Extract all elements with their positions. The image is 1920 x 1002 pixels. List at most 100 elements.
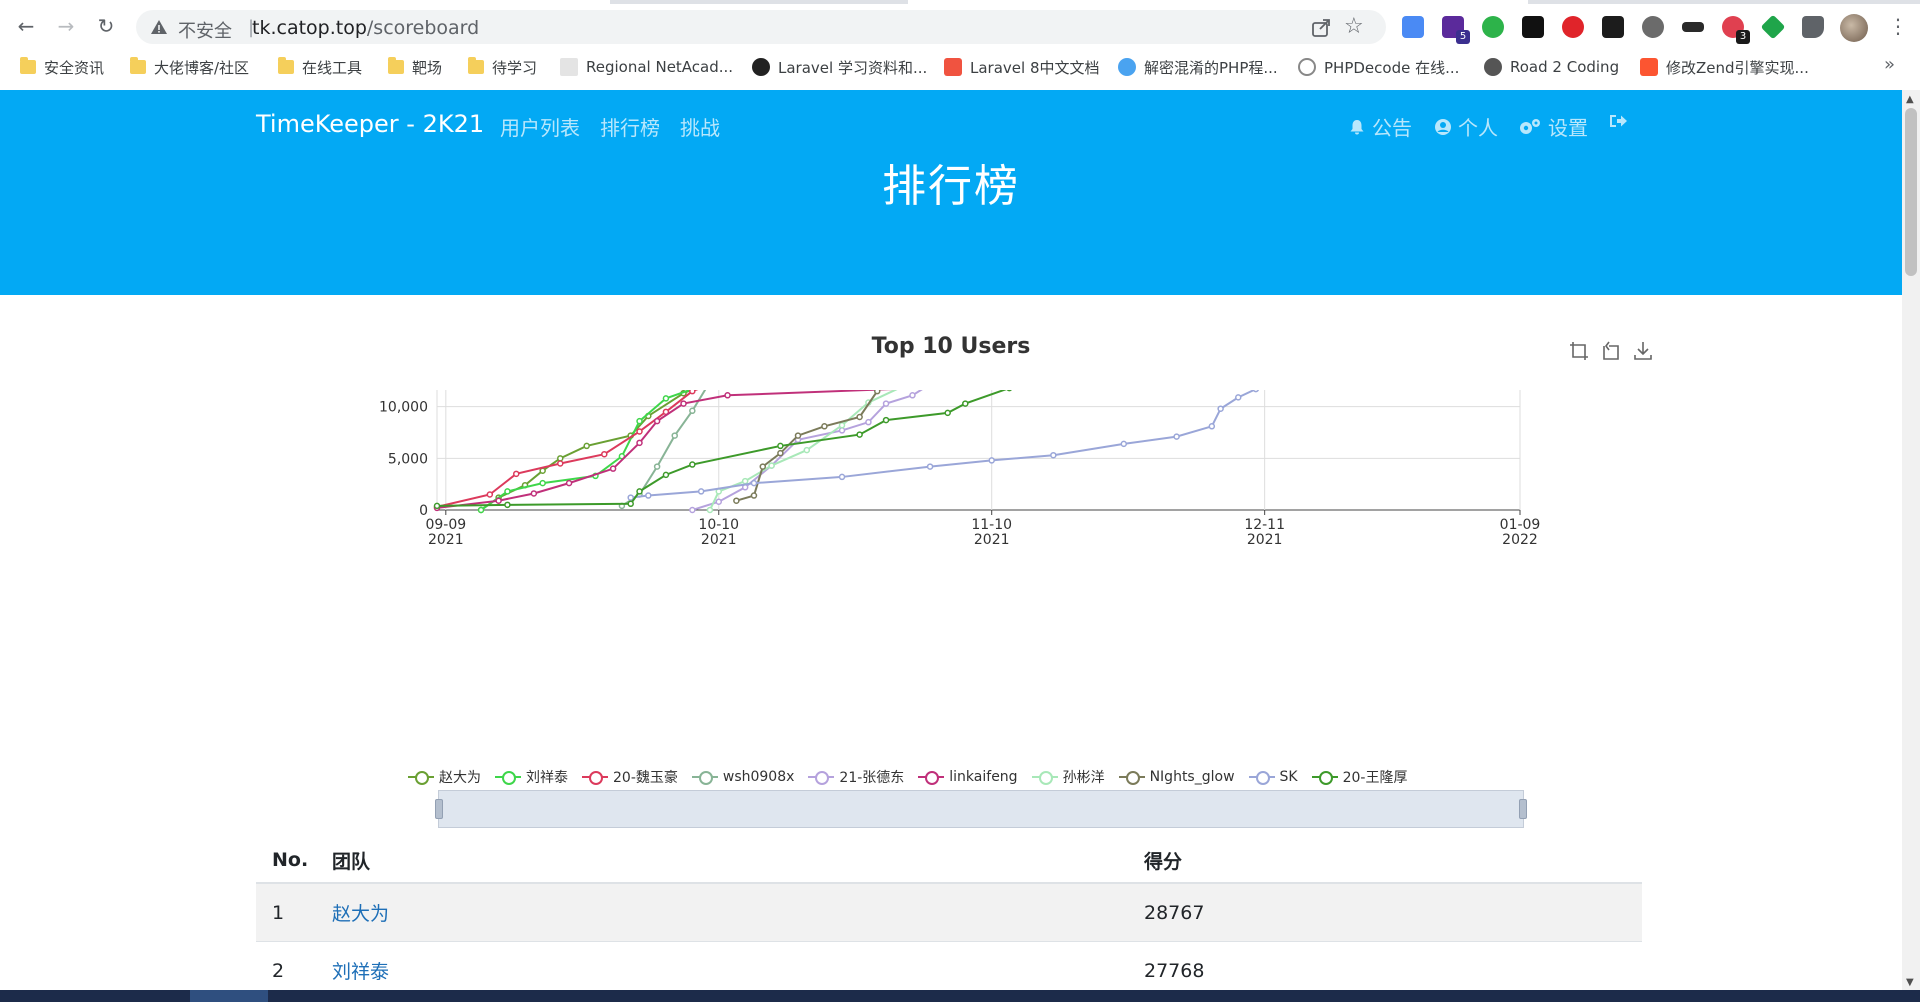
zoom-handle-right[interactable] [1519, 799, 1527, 819]
data-point [733, 497, 740, 504]
extension-icon[interactable] [1602, 16, 1624, 38]
extension-icon[interactable] [1482, 16, 1504, 38]
data-point [486, 491, 494, 498]
back-icon[interactable]: ← [12, 12, 40, 40]
bell-icon [1350, 119, 1364, 134]
data-point [909, 392, 916, 399]
extension-icon[interactable] [1522, 16, 1544, 38]
data-point [750, 479, 758, 487]
x-tick-label: 01-09 [1500, 517, 1541, 533]
page-scrollbar[interactable]: ▲ ▼ [1902, 90, 1920, 990]
legend-item[interactable]: 赵大为 [408, 767, 481, 787]
bookmark-item[interactable]: 靶场 [388, 56, 442, 78]
data-point [504, 488, 511, 495]
share-icon[interactable] [1310, 17, 1332, 39]
download-icon[interactable] [1632, 340, 1654, 362]
data-point [636, 417, 643, 425]
legend-label: SK [1279, 769, 1298, 785]
extension-icon[interactable]: 5 [1442, 16, 1470, 44]
series-line [436, 390, 895, 509]
series-line [709, 390, 898, 511]
x-tick-label: 2021 [1247, 532, 1283, 548]
series-line [480, 390, 693, 511]
team-link[interactable]: 刘祥泰 [332, 957, 389, 984]
data-point [636, 439, 643, 447]
bookmark-item[interactable]: 安全资讯 [20, 56, 104, 78]
data-point [689, 407, 696, 415]
legend-item[interactable]: linkaifeng [918, 767, 1018, 787]
score-line-chart[interactable]: 05,00010,00015,00020,00025,00030,00009-0… [0, 390, 1902, 770]
bookmark-star-icon[interactable]: ☆ [1344, 14, 1364, 39]
data-point [865, 418, 872, 426]
nav-notice[interactable]: 公告 [1348, 112, 1412, 141]
profile-avatar[interactable] [1840, 14, 1868, 42]
legend-item[interactable]: wsh0908x [691, 767, 794, 787]
warning-icon[interactable] [150, 18, 168, 36]
legend-item[interactable]: 20-魏玉豪 [582, 767, 678, 787]
translate-extension-icon[interactable] [1402, 16, 1424, 38]
data-point [477, 506, 485, 514]
data-point [653, 417, 661, 425]
bookmark-item[interactable]: 在线工具 [278, 56, 362, 78]
bookmark-item[interactable]: 待学习 [468, 56, 537, 78]
bookmark-item[interactable]: Road 2 Coding [1484, 56, 1619, 78]
zoom-select-icon[interactable] [1568, 340, 1590, 362]
legend-item[interactable]: NIghts_glow [1118, 767, 1235, 787]
legend-label: NIghts_glow [1149, 769, 1235, 785]
nav-users[interactable]: 用户列表 [500, 112, 580, 141]
taskbar-active-app[interactable] [190, 990, 268, 1002]
bookmark-item[interactable]: Laravel 学习资料和... [752, 56, 927, 78]
bookmark-item[interactable]: Laravel 8中文文档 [944, 56, 1100, 78]
forward-icon[interactable]: → [52, 12, 80, 40]
scroll-thumb[interactable] [1905, 108, 1917, 276]
puzzle-icon[interactable] [1802, 16, 1824, 38]
bookmark-item[interactable]: 大佬博客/社区 [130, 56, 249, 78]
bookmark-item[interactable]: 解密混淆的PHP程... [1118, 56, 1278, 78]
bookmark-item[interactable]: 修改Zend引擎实现... [1640, 56, 1809, 78]
scroll-up-icon[interactable]: ▲ [1906, 94, 1914, 105]
nav-challenges[interactable]: 挑战 [680, 112, 720, 141]
legend-label: 赵大为 [439, 770, 481, 786]
extension-icon[interactable] [1760, 14, 1786, 40]
data-point [873, 390, 881, 395]
legend-item[interactable]: 20-王隆厚 [1311, 767, 1407, 787]
browser-toolbar: ← → ↻ 不安全 | tk.catop.top/scoreboard ☆ 5 [0, 4, 1920, 48]
site-brand[interactable]: TimeKeeper - 2K21 [256, 110, 484, 138]
legend-item[interactable]: 刘祥泰 [495, 767, 568, 787]
legend-marker [918, 770, 945, 785]
smile-icon [1298, 58, 1316, 76]
zoom-reset-icon[interactable] [1600, 340, 1622, 362]
gear-extension-icon[interactable] [1642, 16, 1664, 38]
data-zoom-slider[interactable] [435, 790, 1527, 828]
extension-icon[interactable]: 3 [1722, 16, 1750, 44]
legend-item[interactable]: SK [1248, 767, 1298, 787]
bookmark-item[interactable]: PHPDecode 在线... [1298, 56, 1459, 78]
menu-kebab-icon[interactable]: ⋮ [1888, 14, 1908, 38]
zoom-handle-left[interactable] [435, 799, 443, 819]
legend-item[interactable]: 孙彬洋 [1031, 767, 1105, 787]
bookmark-label: 解密混淆的PHP程... [1144, 58, 1278, 77]
bookmark-item[interactable]: Regional NetAcad... [560, 56, 733, 78]
legend-marker [582, 770, 608, 785]
address-bar[interactable]: 不安全 | tk.catop.top/scoreboard ☆ [136, 10, 1386, 44]
browser-chrome: ← → ↻ 不安全 | tk.catop.top/scoreboard ☆ 5 [0, 0, 1920, 90]
chart-legend: 赵大为 刘祥泰 20-魏玉豪 wsh0908x 21-张德东 linkaifeng 孙彬洋 N… [408, 767, 1407, 787]
insecure-label[interactable]: 不安全 [178, 17, 232, 43]
data-point [882, 400, 890, 407]
nav-scoreboard[interactable]: 排行榜 [600, 112, 660, 141]
header-team: 团队 [332, 850, 371, 873]
mask-extension-icon[interactable] [1682, 22, 1704, 32]
reload-icon[interactable]: ↻ [92, 12, 120, 40]
cloud-icon [1118, 58, 1136, 76]
row-rank: 1 [272, 901, 285, 924]
sign-out-icon [1610, 115, 1627, 127]
team-link[interactable]: 赵大为 [332, 899, 389, 926]
legend-item[interactable]: 21-张德东 [808, 767, 904, 787]
url-text[interactable]: tk.catop.top/scoreboard [252, 17, 479, 39]
nav-profile[interactable]: 个人 [1434, 112, 1498, 141]
more-bookmarks-icon[interactable]: » [1884, 54, 1895, 75]
adblock-extension-icon[interactable] [1562, 16, 1584, 38]
nav-logout[interactable] [1608, 112, 1628, 130]
scroll-down-icon[interactable]: ▼ [1906, 977, 1914, 988]
nav-settings[interactable]: 设置 [1518, 112, 1588, 141]
